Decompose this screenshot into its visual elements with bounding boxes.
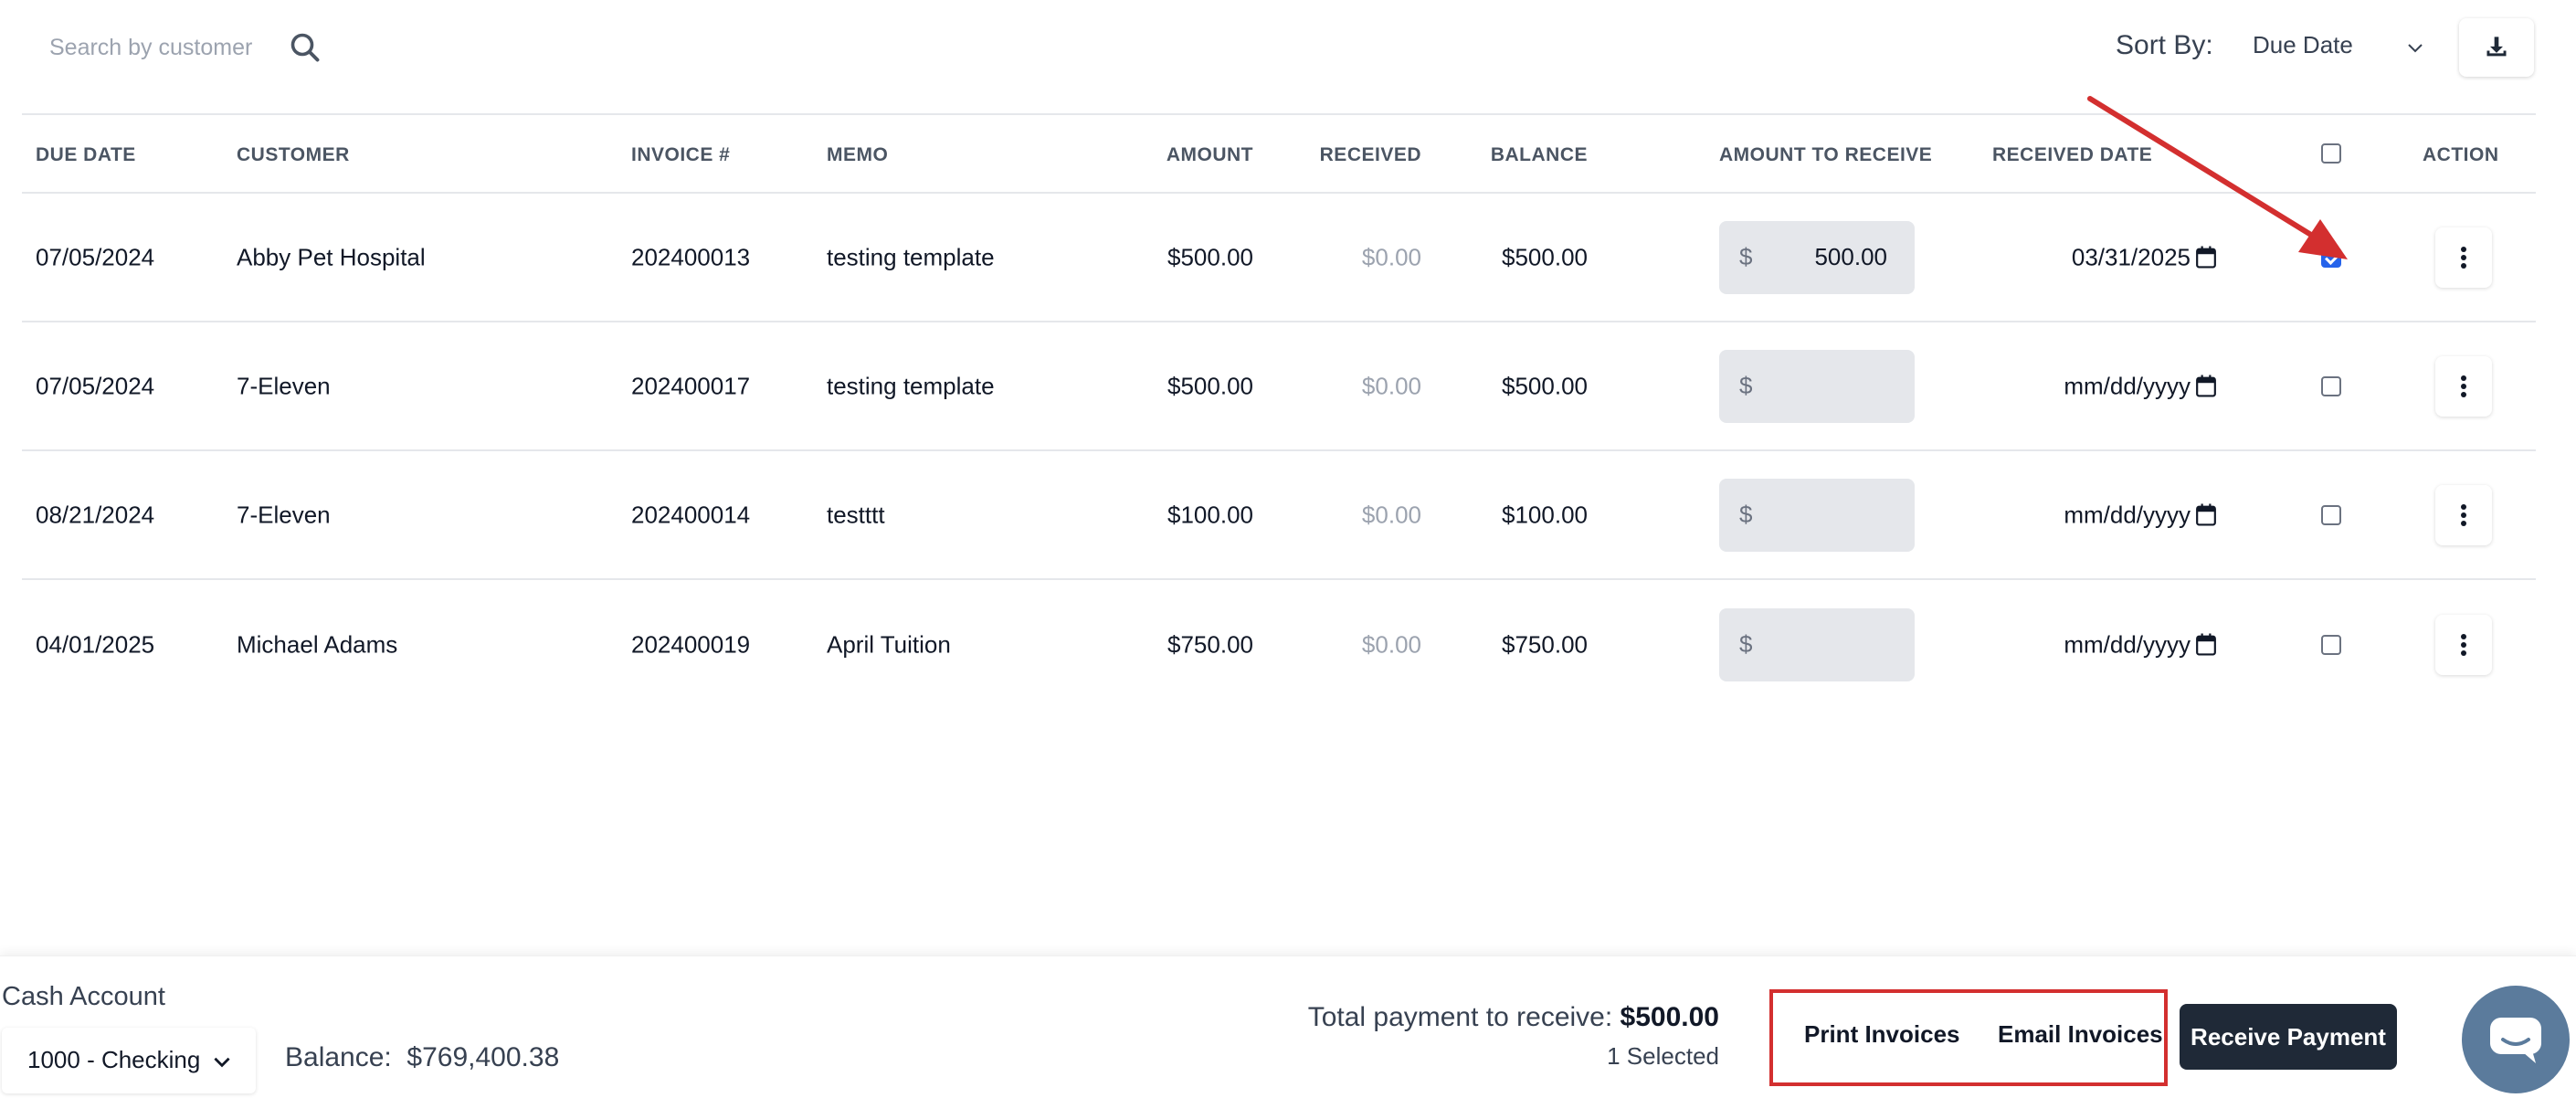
header-customer[interactable]: CUSTOMER — [237, 144, 350, 166]
amount-to-receive-input[interactable]: $ — [1719, 349, 1915, 423]
row-checkbox[interactable] — [2321, 634, 2341, 655]
kebab-menu-icon — [2461, 503, 2466, 526]
amount-cell: $500.00 — [1167, 243, 1253, 270]
currency-symbol: $ — [1739, 500, 1753, 528]
received-cell: $0.00 — [1361, 501, 1421, 528]
table-row: 04/01/2025 Michael Adams 202400019 April… — [22, 580, 2536, 709]
search-input[interactable] — [33, 20, 270, 75]
sort-select[interactable]: Due Date — [2236, 22, 2437, 73]
header-amount-to-receive: AMOUNT TO RECEIVE — [1719, 144, 1933, 165]
invoice-cell: 202400019 — [631, 630, 751, 658]
chevron-down-icon — [2408, 44, 2423, 53]
email-invoices-button[interactable]: Email Invoices — [1998, 1020, 2163, 1049]
amount-cell: $750.00 — [1167, 630, 1253, 658]
calendar-icon[interactable] — [2196, 503, 2216, 526]
memo-cell: testttt — [827, 501, 885, 528]
table-row: 07/05/2024 7-Eleven 202400017 testing te… — [22, 322, 2536, 451]
currency-symbol: $ — [1739, 629, 1753, 658]
page: Sort By: Due Date DUE DATE CUSTOMER INVO… — [0, 0, 2576, 1098]
customer-cell: Abby Pet Hospital — [237, 243, 426, 270]
header-action: ACTION — [2423, 144, 2499, 165]
header-received[interactable]: RECEIVED — [1320, 144, 1421, 166]
received-cell: $0.00 — [1361, 630, 1421, 658]
due-date-cell: 07/05/2024 — [36, 243, 155, 270]
sort-value: Due Date — [2253, 31, 2353, 58]
balance-cell: $100.00 — [1502, 501, 1588, 528]
chevron-down-icon — [214, 1057, 230, 1068]
customer-cell: 7-Eleven — [237, 372, 331, 399]
due-date-cell: 04/01/2025 — [36, 630, 155, 658]
header-memo[interactable]: MEMO — [827, 144, 888, 166]
received-cell: $0.00 — [1361, 243, 1421, 270]
amount-cell: $500.00 — [1167, 372, 1253, 399]
due-date-cell: 07/05/2024 — [36, 372, 155, 399]
total-payment: Total payment to receive: $500.00 — [1308, 1002, 1719, 1033]
cash-account-label: Cash Account — [2, 982, 165, 1011]
invoice-cell: 202400013 — [631, 243, 751, 270]
received-date-input[interactable]: mm/dd/yyyy — [2064, 372, 2216, 400]
table-row: 08/21/2024 7-Eleven 202400014 testttt $1… — [22, 451, 2536, 580]
chat-icon — [2490, 1018, 2541, 1063]
selected-count: 1 Selected — [1607, 1042, 1719, 1070]
header-balance[interactable]: BALANCE — [1491, 144, 1588, 166]
balance-cell: $750.00 — [1502, 630, 1588, 658]
total-value: $500.00 — [1620, 1002, 1719, 1032]
currency-symbol: $ — [1739, 371, 1753, 399]
invoice-cell: 202400017 — [631, 372, 751, 399]
footer-bar: Cash Account 1000 - Checking Balance: $7… — [0, 955, 2576, 1098]
memo-cell: testing template — [827, 243, 995, 270]
balance-label: Balance: — [285, 1042, 392, 1072]
customer-cell: 7-Eleven — [237, 501, 331, 528]
sort-by-label: Sort By: — [2116, 30, 2213, 60]
received-date-input[interactable]: mm/dd/yyyy — [2064, 501, 2216, 529]
row-action-button[interactable] — [2435, 614, 2492, 675]
receive-payment-button[interactable]: Receive Payment — [2180, 1004, 2397, 1070]
amount-to-receive-value: 500.00 — [1814, 242, 1887, 270]
calendar-icon[interactable] — [2196, 375, 2216, 397]
balance-cell: $500.00 — [1502, 372, 1588, 399]
currency-symbol: $ — [1739, 242, 1753, 270]
received-date-value: mm/dd/yyyy — [2064, 630, 2191, 658]
total-label: Total payment to receive: — [1307, 1002, 1613, 1032]
received-cell: $0.00 — [1361, 372, 1421, 399]
due-date-cell: 08/21/2024 — [36, 501, 155, 528]
cash-account-select[interactable]: 1000 - Checking — [2, 1028, 256, 1093]
amount-to-receive-input[interactable]: $ — [1719, 478, 1915, 552]
row-checkbox[interactable] — [2321, 504, 2341, 525]
row-action-button[interactable] — [2435, 355, 2492, 417]
invoice-cell: 202400014 — [631, 501, 751, 528]
balance-value: $769,400.38 — [406, 1042, 560, 1072]
memo-cell: April Tuition — [827, 630, 951, 658]
amount-to-receive-input[interactable]: $ 500.00 — [1719, 220, 1915, 294]
header-amount[interactable]: AMOUNT — [1167, 144, 1253, 166]
balance-cell: $500.00 — [1502, 243, 1588, 270]
row-action-button[interactable] — [2435, 227, 2492, 288]
amount-cell: $100.00 — [1167, 501, 1253, 528]
calendar-icon[interactable] — [2196, 633, 2216, 656]
header-due-date[interactable]: DUE DATE — [36, 144, 136, 166]
kebab-menu-icon — [2461, 633, 2466, 656]
cash-account-value: 1000 - Checking — [27, 1046, 201, 1073]
annotation-arrow — [2087, 96, 2348, 259]
amount-to-receive-input[interactable]: $ — [1719, 607, 1915, 681]
print-invoices-button[interactable]: Print Invoices — [1804, 1020, 1960, 1049]
search-icon[interactable] — [289, 31, 322, 64]
download-button[interactable] — [2459, 18, 2534, 77]
account-balance: Balance: $769,400.38 — [285, 1042, 559, 1073]
memo-cell: testing template — [827, 372, 995, 399]
received-date-input[interactable]: mm/dd/yyyy — [2064, 630, 2216, 659]
customer-cell: Michael Adams — [237, 630, 398, 658]
download-icon — [2486, 37, 2507, 57]
chat-button[interactable] — [2462, 986, 2570, 1093]
row-action-button[interactable] — [2435, 484, 2492, 545]
header-invoice[interactable]: INVOICE # — [631, 144, 730, 166]
received-date-value: mm/dd/yyyy — [2064, 372, 2191, 399]
received-date-value: mm/dd/yyyy — [2064, 501, 2191, 528]
row-checkbox[interactable] — [2321, 375, 2341, 396]
kebab-menu-icon — [2461, 246, 2466, 269]
kebab-menu-icon — [2461, 375, 2466, 397]
